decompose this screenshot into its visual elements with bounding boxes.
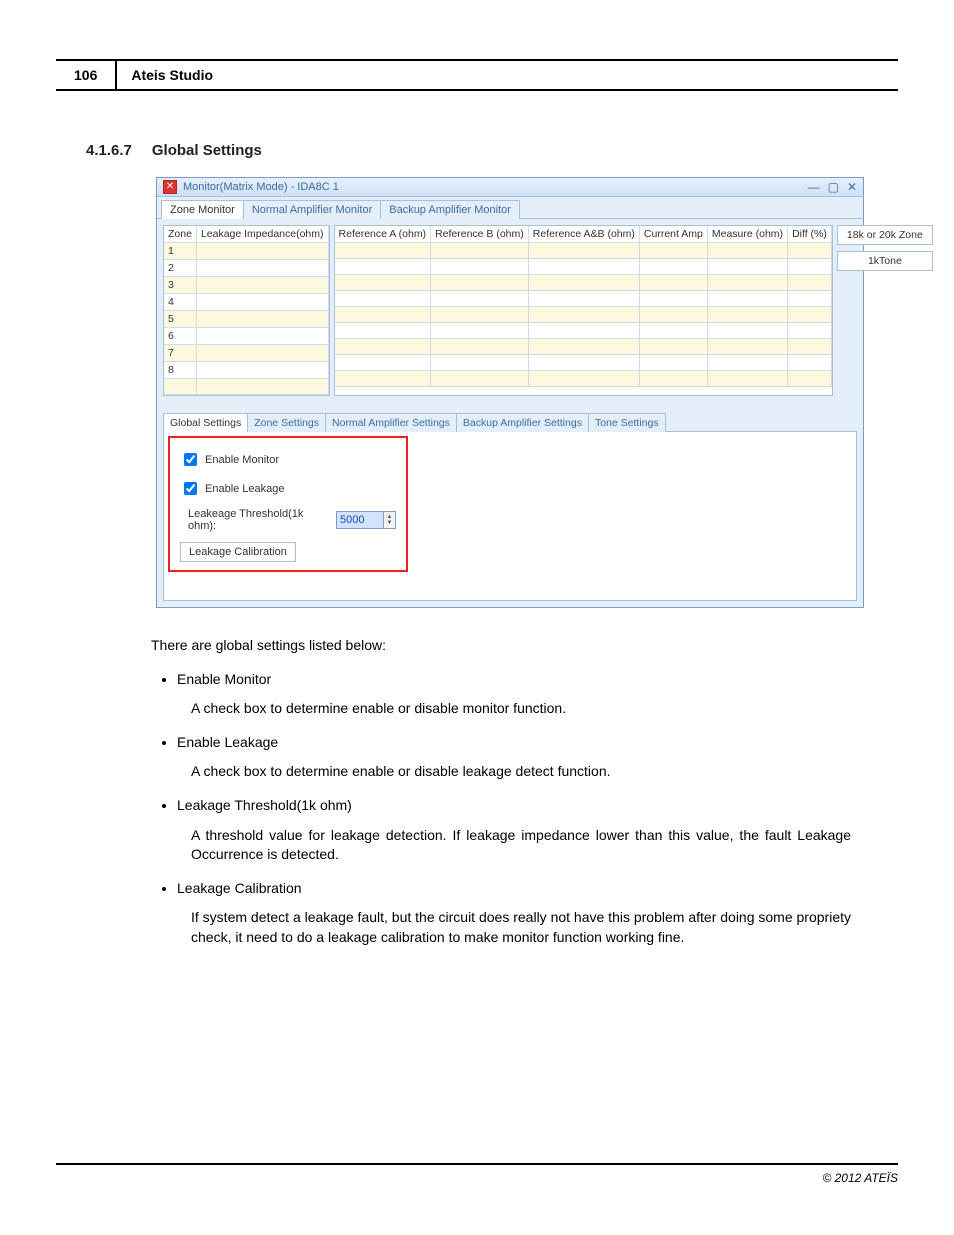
close-icon[interactable]: ✕ (847, 180, 857, 194)
settings-panel: Enable Monitor Enable Leakage Leakeage T… (163, 431, 857, 601)
app-icon: ✕ (163, 180, 177, 194)
item-desc: If system detect a leakage fault, but th… (191, 908, 851, 947)
monitor-window: ✕ Monitor(Matrix Mode) - IDA8C 1 — ▢ ✕ Z… (156, 177, 864, 608)
tab-normal-amp-monitor[interactable]: Normal Amplifier Monitor (243, 200, 381, 219)
tab-normal-amp-settings[interactable]: Normal Amplifier Settings (325, 413, 457, 432)
item-desc: A check box to determine enable or disab… (191, 762, 851, 782)
item-desc: A check box to determine enable or disab… (191, 699, 851, 719)
item-title: Enable Leakage (177, 734, 278, 750)
tab-backup-amp-monitor[interactable]: Backup Amplifier Monitor (380, 200, 520, 219)
zone-cell: 6 (164, 328, 196, 345)
body-text: There are global settings listed below: … (151, 636, 851, 948)
reference-table: Reference A (ohm) Reference B (ohm) Refe… (334, 225, 833, 396)
zone-cell: 3 (164, 277, 196, 294)
tab-global-settings[interactable]: Global Settings (163, 413, 248, 432)
col-current-amp: Current Amp (639, 226, 707, 243)
item-title: Leakage Threshold(1k ohm) (177, 797, 352, 813)
tone-button[interactable]: 1kTone (837, 251, 933, 271)
zone-cell: 5 (164, 311, 196, 328)
item-title: Enable Monitor (177, 671, 271, 687)
section-number: 4.1.6.7 (86, 142, 132, 159)
zone-type-button[interactable]: 18k or 20k Zone (837, 225, 933, 245)
titlebar: ✕ Monitor(Matrix Mode) - IDA8C 1 — ▢ ✕ (157, 178, 863, 197)
page-header: 106 Ateis Studio (56, 59, 898, 91)
section-title: Global Settings (152, 142, 262, 159)
section-heading: 4.1.6.7 Global Settings (86, 142, 898, 159)
col-ref-ab: Reference A&B (ohm) (528, 226, 639, 243)
tab-zone-monitor[interactable]: Zone Monitor (161, 200, 244, 219)
zone-cell (164, 379, 196, 395)
header-title: Ateis Studio (117, 61, 227, 89)
tab-backup-amp-settings[interactable]: Backup Amplifier Settings (456, 413, 589, 432)
item-title: Leakage Calibration (177, 880, 302, 896)
zone-cell: 2 (164, 260, 196, 277)
threshold-input[interactable] (337, 512, 383, 528)
zone-cell: 1 (164, 243, 196, 260)
col-measure: Measure (ohm) (707, 226, 787, 243)
intro-text: There are global settings listed below: (151, 636, 851, 656)
window-title: Monitor(Matrix Mode) - IDA8C 1 (183, 181, 339, 193)
enable-leakage-checkbox[interactable] (184, 482, 197, 495)
list-item: Leakage Calibration If system detect a l… (177, 879, 851, 948)
col-zone: Zone (164, 226, 196, 243)
highlight-box: Enable Monitor Enable Leakage Leakeage T… (168, 436, 408, 572)
maximize-icon[interactable]: ▢ (828, 180, 839, 194)
page-number: 106 (56, 61, 117, 89)
col-ref-a: Reference A (ohm) (335, 226, 431, 243)
page-footer: © 2012 ATEÏS (56, 1163, 898, 1185)
col-ref-b: Reference B (ohm) (431, 226, 529, 243)
settings-tabs: Global Settings Zone Settings Normal Amp… (163, 412, 857, 431)
zone-cell: 4 (164, 294, 196, 311)
list-item: Enable Leakage A check box to determine … (177, 733, 851, 782)
enable-monitor-checkbox[interactable] (184, 453, 197, 466)
threshold-spinner[interactable]: ▲▼ (336, 511, 396, 529)
spinner-arrows-icon[interactable]: ▲▼ (383, 512, 395, 528)
list-item: Enable Monitor A check box to determine … (177, 670, 851, 719)
col-leakage-impedance: Leakage Impedance(ohm) (196, 226, 328, 243)
col-diff: Diff (%) (788, 226, 832, 243)
item-desc: A threshold value for leakage detection.… (191, 826, 851, 865)
threshold-label: Leakeage Threshold(1k ohm): (188, 508, 330, 532)
top-tabs: Zone Monitor Normal Amplifier Monitor Ba… (157, 197, 863, 219)
tab-tone-settings[interactable]: Tone Settings (588, 413, 666, 432)
zone-cell: 8 (164, 362, 196, 379)
minimize-icon[interactable]: — (808, 180, 820, 194)
tab-zone-settings[interactable]: Zone Settings (247, 413, 326, 432)
enable-monitor-label: Enable Monitor (205, 454, 279, 466)
list-item: Leakage Threshold(1k ohm) A threshold va… (177, 796, 851, 865)
zone-table: Zone Leakage Impedance(ohm) 1 2 3 4 5 6 … (163, 225, 330, 396)
leakage-calibration-button[interactable]: Leakage Calibration (180, 542, 296, 562)
enable-leakage-label: Enable Leakage (205, 483, 285, 495)
zone-cell: 7 (164, 345, 196, 362)
